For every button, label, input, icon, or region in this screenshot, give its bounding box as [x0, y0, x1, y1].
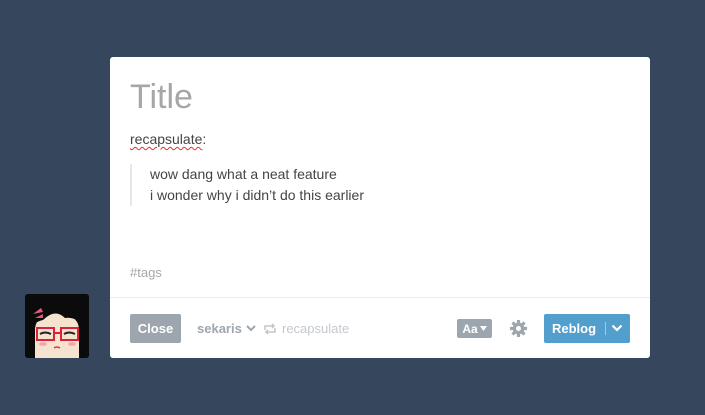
blog-selector[interactable]: sekaris [197, 321, 256, 336]
reblogged-from: recapsulate [263, 321, 349, 336]
reblog-button[interactable]: Reblog [544, 314, 630, 343]
gear-icon[interactable] [509, 319, 528, 338]
post-editor: Title recapsulate: wow dang what a neat … [110, 57, 650, 358]
reblog-source: recapsulate: [130, 131, 206, 147]
title-field[interactable]: Title [130, 77, 193, 117]
post-footer: Close sekaris recapsulate Aa Reblog [110, 297, 650, 359]
reblogged-quote: wow dang what a neat feature i wonder wh… [130, 164, 364, 206]
reblog-source-name[interactable]: recapsulate [130, 131, 202, 147]
close-button[interactable]: Close [130, 314, 181, 343]
chevron-down-icon [246, 325, 256, 332]
chevron-down-icon[interactable] [611, 323, 623, 333]
quote-line: i wonder why i didn’t do this earlier [150, 187, 364, 203]
reblog-button-label: Reblog [552, 321, 597, 336]
blog-name: sekaris [197, 321, 242, 336]
avatar[interactable] [25, 294, 89, 358]
quote-line: wow dang what a neat feature [150, 166, 337, 182]
tags-input[interactable]: #tags [130, 265, 162, 280]
text-format-button[interactable]: Aa [457, 319, 492, 338]
reblog-icon [264, 322, 276, 335]
avatar-image [25, 294, 89, 358]
reblog-source-colon: : [202, 131, 207, 147]
reblog-button-divider [605, 322, 606, 335]
reblogged-from-name: recapsulate [282, 321, 350, 336]
text-format-label: Aa [462, 321, 478, 336]
caret-down-icon [479, 326, 487, 331]
